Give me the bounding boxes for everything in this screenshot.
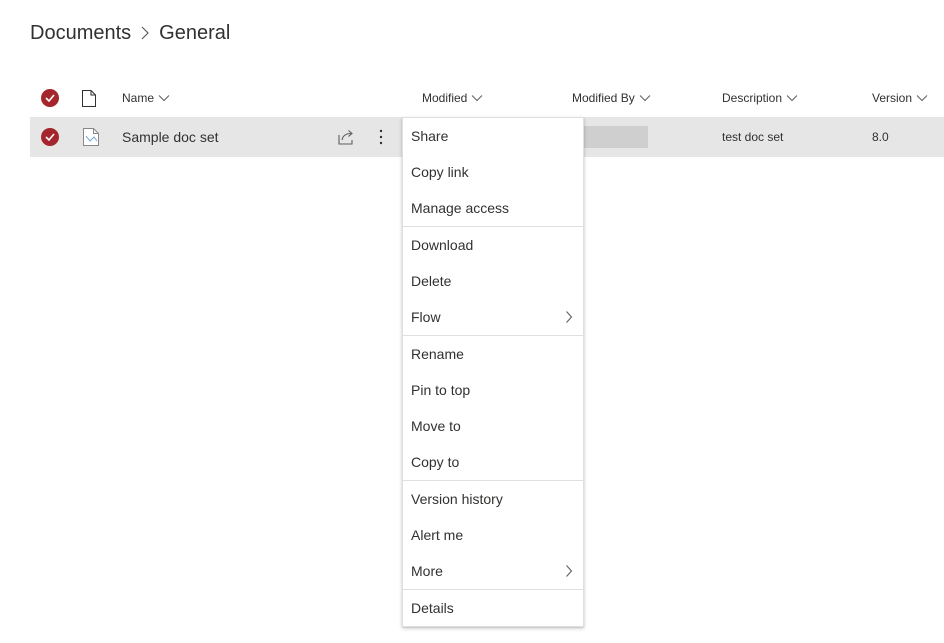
menu-group: Share Copy link Manage access bbox=[403, 118, 583, 227]
chevron-down-icon bbox=[639, 94, 651, 102]
checkmark-icon bbox=[41, 89, 59, 107]
chevron-down-icon bbox=[471, 94, 483, 102]
menu-item-label: More bbox=[411, 563, 443, 579]
menu-group: Details bbox=[403, 590, 583, 626]
menu-item-alert-me[interactable]: Alert me bbox=[403, 517, 583, 553]
menu-item-copy-link[interactable]: Copy link bbox=[403, 154, 583, 190]
menu-item-pin-to-top[interactable]: Pin to top bbox=[403, 372, 583, 408]
menu-item-more[interactable]: More bbox=[403, 553, 583, 589]
menu-item-move-to[interactable]: Move to bbox=[403, 408, 583, 444]
row-name-link[interactable]: Sample doc set bbox=[122, 117, 219, 157]
list-header: Name Modified Modified By Description Ve… bbox=[30, 82, 944, 114]
menu-item-download[interactable]: Download bbox=[403, 227, 583, 263]
menu-item-label: Rename bbox=[411, 346, 464, 362]
file-type-icon[interactable] bbox=[82, 82, 96, 114]
menu-item-label: Alert me bbox=[411, 527, 464, 543]
menu-item-share[interactable]: Share bbox=[403, 118, 583, 154]
menu-item-rename[interactable]: Rename bbox=[403, 336, 583, 372]
menu-group: Rename Pin to top Move to Copy to bbox=[403, 336, 583, 481]
column-header-description-label: Description bbox=[722, 91, 783, 105]
menu-item-label: Copy link bbox=[411, 164, 469, 180]
breadcrumb-general[interactable]: General bbox=[159, 22, 230, 45]
column-header-name-label: Name bbox=[122, 91, 155, 105]
chevron-right-icon bbox=[131, 25, 159, 41]
menu-item-copy-to[interactable]: Copy to bbox=[403, 444, 583, 480]
select-all-checkbox[interactable] bbox=[41, 82, 59, 114]
more-actions-icon[interactable] bbox=[379, 117, 383, 157]
chevron-down-icon bbox=[786, 94, 798, 102]
column-header-version-label: Version bbox=[872, 91, 913, 105]
checkmark-icon bbox=[41, 128, 59, 146]
menu-item-details[interactable]: Details bbox=[403, 590, 583, 626]
menu-item-version-history[interactable]: Version history bbox=[403, 481, 583, 517]
breadcrumb: Documents General bbox=[30, 19, 230, 47]
column-header-modified[interactable]: Modified bbox=[422, 82, 483, 114]
menu-group: Version history Alert me More bbox=[403, 481, 583, 590]
column-header-name[interactable]: Name bbox=[122, 82, 170, 114]
column-header-version[interactable]: Version bbox=[872, 82, 928, 114]
menu-item-label: Copy to bbox=[411, 454, 460, 470]
redacted-modified-by bbox=[580, 126, 648, 148]
row-version: 8.0 bbox=[872, 130, 889, 144]
menu-item-label: Flow bbox=[411, 309, 441, 325]
row-description: test doc set bbox=[722, 130, 784, 144]
chevron-down-icon bbox=[916, 94, 928, 102]
column-header-modified-by-label: Modified By bbox=[572, 91, 635, 105]
menu-item-label: Version history bbox=[411, 491, 503, 507]
menu-item-label: Pin to top bbox=[411, 382, 471, 398]
menu-item-label: Download bbox=[411, 237, 474, 253]
menu-item-label: Move to bbox=[411, 418, 461, 434]
column-header-modified-label: Modified bbox=[422, 91, 468, 105]
menu-item-label: Details bbox=[411, 600, 454, 616]
menu-item-manage-access[interactable]: Manage access bbox=[403, 190, 583, 226]
column-header-description[interactable]: Description bbox=[722, 82, 798, 114]
menu-group: Download Delete Flow bbox=[403, 227, 583, 336]
breadcrumb-documents[interactable]: Documents bbox=[30, 22, 131, 45]
menu-item-flow[interactable]: Flow bbox=[403, 299, 583, 335]
menu-item-label: Delete bbox=[411, 273, 452, 289]
row-checkbox[interactable] bbox=[41, 117, 59, 157]
context-menu: Share Copy link Manage access Download D… bbox=[402, 117, 584, 627]
chevron-down-icon bbox=[158, 94, 170, 102]
document-set-icon bbox=[83, 117, 99, 157]
chevron-right-icon bbox=[565, 310, 573, 324]
share-icon[interactable] bbox=[338, 117, 356, 157]
chevron-right-icon bbox=[565, 564, 573, 578]
menu-item-delete[interactable]: Delete bbox=[403, 263, 583, 299]
column-header-modified-by[interactable]: Modified By bbox=[572, 82, 651, 114]
menu-item-label: Share bbox=[411, 128, 449, 144]
menu-item-label: Manage access bbox=[411, 200, 510, 216]
